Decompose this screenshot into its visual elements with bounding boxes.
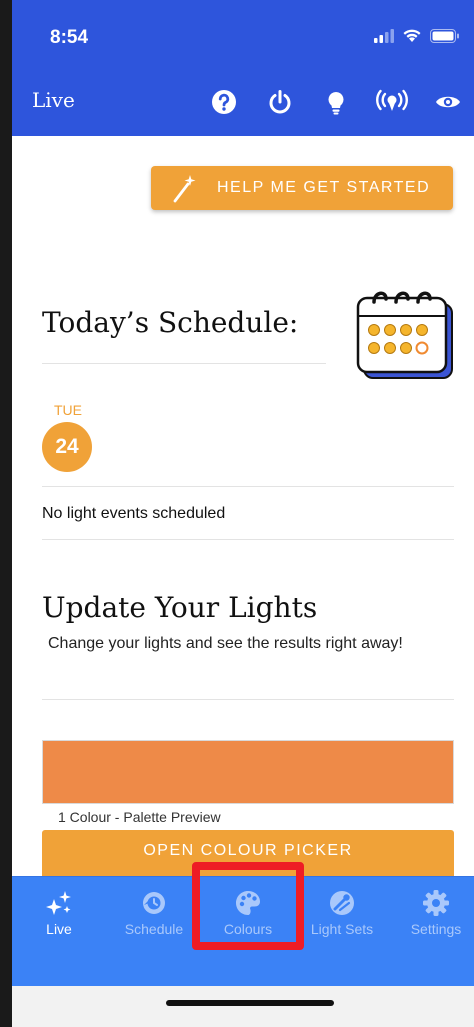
- help-me-get-started-button[interactable]: HELP ME GET STARTED: [151, 166, 453, 210]
- eye-icon: [436, 96, 460, 108]
- power-button[interactable]: [264, 86, 296, 118]
- signal-icon: [374, 28, 394, 43]
- gear-icon: [423, 890, 449, 916]
- divider: [42, 539, 454, 540]
- help-button-label: HELP ME GET STARTED: [217, 179, 431, 196]
- update-lights-title: Update Your Lights: [42, 591, 318, 624]
- bulb-button[interactable]: [320, 86, 352, 118]
- tab-light-sets[interactable]: Light Sets: [302, 889, 382, 937]
- tab-label: Schedule: [124, 921, 184, 937]
- tab-live[interactable]: Live: [19, 889, 99, 937]
- tab-schedule[interactable]: Schedule: [114, 889, 194, 937]
- highlight-annotation: [192, 862, 304, 950]
- calendar-illustration: [356, 291, 453, 379]
- home-indicator[interactable]: [166, 1000, 334, 1006]
- divider: [42, 363, 326, 364]
- tab-label: Settings: [410, 921, 462, 937]
- update-lights-description: Change your lights and see the results r…: [48, 635, 403, 652]
- palette-preview-swatch[interactable]: [42, 740, 454, 804]
- wifi-icon: [403, 29, 421, 42]
- app-bar-actions: [208, 86, 464, 118]
- broadcast-icon: [376, 89, 408, 111]
- power-icon: [269, 90, 291, 114]
- light-sets-icon: [330, 891, 354, 915]
- divider: [42, 699, 454, 700]
- status-icons: [374, 28, 460, 43]
- tab-label: Live: [46, 921, 72, 937]
- page-title: Live: [32, 88, 75, 112]
- day-number-badge: 24: [42, 422, 92, 472]
- day-name: TUE: [54, 402, 82, 418]
- divider: [42, 486, 454, 487]
- status-bar: 8:54: [12, 0, 474, 68]
- no-events-text: No light events scheduled: [42, 505, 226, 522]
- help-icon: [212, 90, 236, 114]
- phone-screen: 8:54 Live HELP ME GET STARTED Today’s Sc…: [12, 0, 474, 1027]
- home-indicator-area: [12, 986, 474, 1027]
- status-time: 8:54: [50, 27, 89, 48]
- palette-preview-caption: 1 Colour - Palette Preview: [58, 809, 221, 825]
- bulb-icon: [328, 92, 344, 115]
- broadcast-button[interactable]: [376, 86, 408, 118]
- app-bar: Live: [12, 68, 474, 136]
- tab-label: Light Sets: [310, 921, 374, 937]
- eye-button[interactable]: [432, 86, 464, 118]
- tab-settings[interactable]: Settings: [396, 889, 474, 937]
- battery-icon: [430, 28, 459, 43]
- clock-icon: [143, 892, 165, 914]
- sparkles-icon: [46, 891, 71, 915]
- schedule-title: Today’s Schedule:: [42, 306, 299, 339]
- help-button[interactable]: [208, 86, 240, 118]
- magic-wand-icon: [173, 175, 196, 203]
- main-content: HELP ME GET STARTED Today’s Schedule: TU…: [12, 136, 474, 876]
